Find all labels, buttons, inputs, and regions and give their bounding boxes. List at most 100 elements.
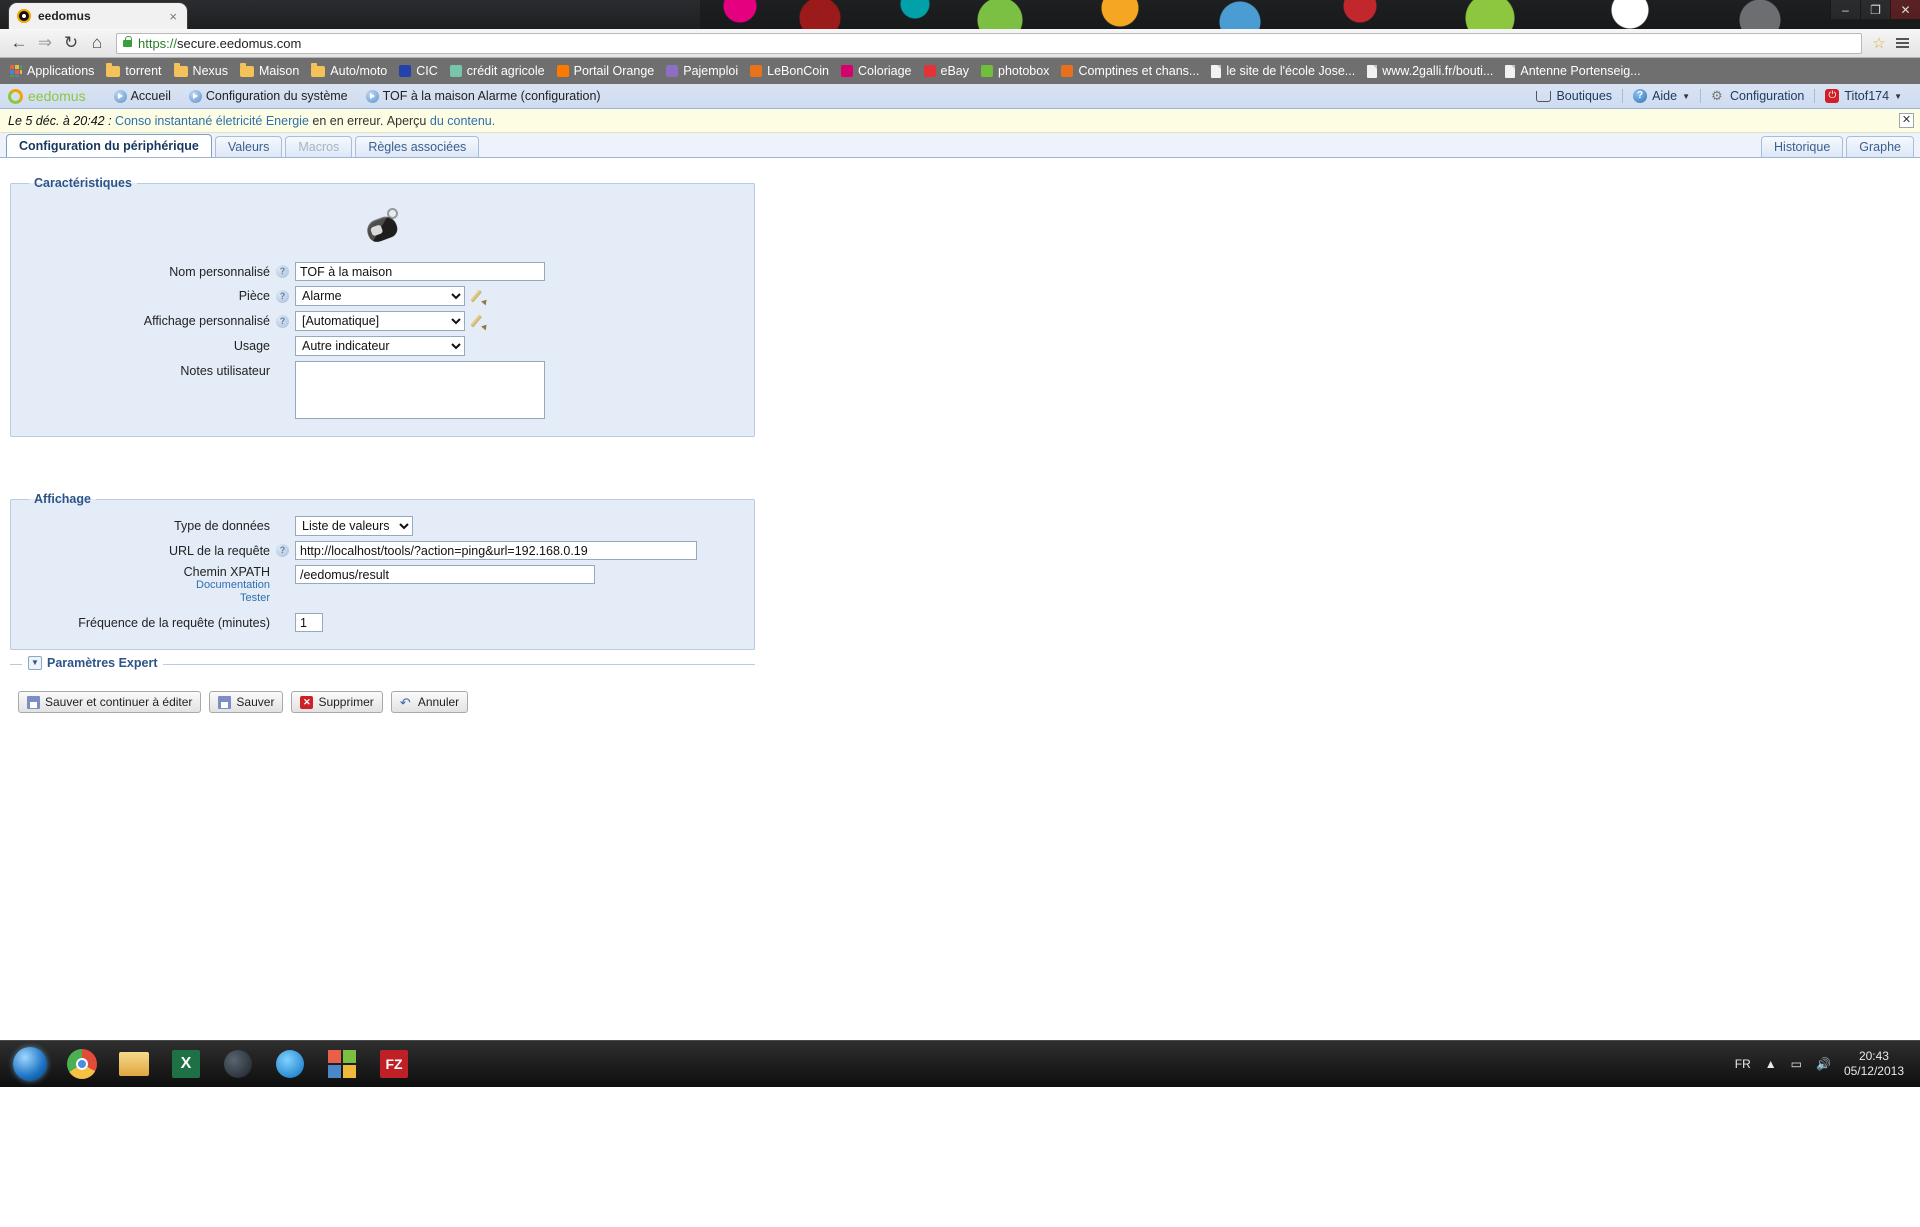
minimize-button[interactable]: – bbox=[1830, 0, 1860, 19]
type-donnees-select[interactable]: Liste de valeurs bbox=[295, 516, 413, 536]
bookmark-item[interactable]: Pajemploi bbox=[660, 61, 744, 81]
xpath-input[interactable] bbox=[295, 565, 595, 584]
back-icon[interactable]: ← bbox=[6, 31, 32, 55]
edit-pencil-icon[interactable] bbox=[471, 312, 489, 330]
help-icon-placeholder: ? bbox=[276, 616, 289, 629]
field-nom-personnalise: Nom personnalisé ? bbox=[21, 262, 744, 281]
tab-1[interactable]: Valeurs bbox=[214, 136, 283, 157]
bookmark-item[interactable]: Antenne Portenseig... bbox=[1499, 61, 1646, 81]
header-action-1[interactable]: ? Aide ▼ bbox=[1623, 89, 1700, 103]
nav-item-1[interactable]: Configuration du système bbox=[188, 89, 348, 103]
usage-select[interactable]: Autre indicateur bbox=[295, 336, 465, 356]
reload-icon[interactable]: ↻ bbox=[58, 31, 84, 55]
start-orb-icon[interactable] bbox=[4, 1043, 56, 1086]
network-icon[interactable]: ▭ bbox=[1784, 1057, 1809, 1071]
bookmark-item[interactable]: eBay bbox=[918, 61, 976, 81]
nom-input[interactable] bbox=[295, 262, 545, 281]
notes-textarea[interactable] bbox=[295, 361, 545, 419]
close-window-button[interactable]: ✕ bbox=[1890, 0, 1920, 19]
tab-3[interactable]: Règles associées bbox=[355, 136, 480, 157]
taskbar-microsoft-icon[interactable] bbox=[316, 1043, 368, 1086]
piece-select[interactable]: Alarme bbox=[295, 286, 465, 306]
caracteristiques-legend: Caractéristiques bbox=[34, 176, 132, 190]
language-indicator[interactable]: FR bbox=[1728, 1057, 1758, 1071]
address-bar[interactable]: https://secure.eedomus.com bbox=[116, 32, 1862, 54]
close-icon[interactable]: × bbox=[167, 9, 179, 24]
bookmark-item[interactable]: torrent bbox=[100, 61, 167, 81]
coloriage-favicon bbox=[840, 65, 853, 77]
bookmark-item[interactable]: crédit agricole bbox=[444, 61, 551, 81]
bookmark-item[interactable]: Applications bbox=[4, 61, 100, 81]
notice-content-link[interactable]: du contenu. bbox=[430, 114, 495, 128]
browser-menu-icon[interactable] bbox=[1890, 38, 1914, 48]
button-undo-3[interactable]: ↶ Annuler bbox=[390, 691, 469, 713]
notes-label: Notes utilisateur bbox=[180, 364, 270, 378]
browser-tab[interactable]: eedomus × bbox=[9, 3, 187, 29]
bookmark-item[interactable]: Coloriage bbox=[835, 61, 918, 81]
lock-icon bbox=[123, 35, 132, 47]
header-action-2[interactable]: ⚙ Configuration bbox=[1701, 89, 1814, 104]
help-icon[interactable]: ? bbox=[276, 289, 289, 303]
taskbar-excel-icon[interactable]: X bbox=[160, 1043, 212, 1086]
xpath-doc-link[interactable]: Documentation bbox=[21, 579, 276, 592]
button-delete-2[interactable]: ✕ Supprimer bbox=[291, 691, 383, 713]
clock[interactable]: 20:43 05/12/2013 bbox=[1838, 1049, 1914, 1079]
bookmark-item[interactable]: Comptines et chans... bbox=[1055, 61, 1205, 81]
bookmark-item[interactable]: Nexus bbox=[168, 61, 234, 81]
field-affichage-personnalise: Affichage personnalisé ? [Automatique] bbox=[21, 311, 744, 331]
parametres-expert-header[interactable]: ▼ Paramètres Expert bbox=[22, 656, 164, 670]
bookmark-item[interactable]: CIC bbox=[393, 61, 444, 81]
volume-icon[interactable]: 🔊 bbox=[1809, 1057, 1838, 1071]
chevron-down-icon[interactable]: ▼ bbox=[28, 656, 42, 670]
breadcrumb: Accueil Configuration du système TOF à la … bbox=[113, 89, 619, 103]
bookmark-item[interactable]: Portail Orange bbox=[551, 61, 661, 81]
edit-pencil-icon[interactable] bbox=[471, 287, 489, 305]
taskbar-filezilla-icon[interactable]: FZ bbox=[368, 1043, 420, 1086]
url-host: secure.eedomus.com bbox=[177, 35, 302, 51]
tab-right-0[interactable]: Historique bbox=[1761, 136, 1844, 157]
help-icon[interactable]: ? bbox=[276, 544, 289, 557]
nav-item-0[interactable]: Accueil bbox=[113, 89, 171, 103]
notice-timestamp: Le 5 déc. à 20:42 : bbox=[8, 113, 112, 128]
bookmark-item[interactable]: www.2galli.fr/bouti... bbox=[1361, 61, 1499, 81]
nom-label: Nom personnalisé bbox=[169, 264, 270, 279]
forward-icon[interactable]: ⇒ bbox=[32, 31, 58, 55]
xpath-test-link[interactable]: Tester bbox=[21, 592, 276, 605]
affichage-panel: Affichage Type de données ? Liste de val… bbox=[10, 492, 755, 650]
bookmark-item[interactable]: le site de l'école Jose... bbox=[1205, 61, 1361, 81]
button-save-1[interactable]: Sauver bbox=[209, 691, 284, 713]
bookmark-item[interactable]: Maison bbox=[234, 61, 305, 81]
notice-close-icon[interactable]: ✕ bbox=[1899, 113, 1914, 128]
nav-item-2[interactable]: TOF à la maison Alarme (configuration) bbox=[365, 89, 601, 103]
tab-0[interactable]: Configuration du périphérique bbox=[6, 134, 212, 157]
help-icon[interactable]: ? bbox=[276, 265, 289, 278]
help-icon-placeholder: ? bbox=[276, 340, 289, 353]
bookmark-star-icon[interactable]: ☆ bbox=[1868, 34, 1890, 52]
frequence-input[interactable] bbox=[295, 613, 323, 632]
header-action-0[interactable]: Boutiques bbox=[1526, 89, 1622, 103]
taskbar-chrome-icon[interactable] bbox=[56, 1043, 108, 1086]
taskbar-explorer-icon[interactable] bbox=[108, 1043, 160, 1086]
affichage-select[interactable]: [Automatique] bbox=[295, 311, 465, 331]
bookmark-item[interactable]: Auto/moto bbox=[305, 61, 393, 81]
button-label: Supprimer bbox=[318, 695, 374, 709]
taskbar-app-icon[interactable] bbox=[264, 1043, 316, 1086]
show-hidden-icons-icon[interactable]: ▲ bbox=[1758, 1057, 1784, 1071]
system-tray: FR ▲ ▭ 🔊 20:43 05/12/2013 bbox=[1728, 1049, 1920, 1079]
button-save-0[interactable]: Sauver et continuer à éditer bbox=[18, 691, 202, 713]
folder-icon bbox=[239, 62, 254, 77]
home-icon[interactable]: ⌂ bbox=[84, 31, 110, 55]
bookmark-item[interactable]: photobox bbox=[975, 61, 1055, 81]
key-fob-icon bbox=[361, 206, 405, 246]
bookmark-item[interactable]: LeBonCoin bbox=[744, 61, 835, 81]
maximize-button[interactable]: ❐ bbox=[1860, 0, 1890, 19]
url-label: URL de la requête bbox=[169, 543, 270, 558]
tab-right-1[interactable]: Graphe bbox=[1846, 136, 1914, 157]
url-input[interactable] bbox=[295, 541, 697, 560]
notice-device-link[interactable]: Conso instantané életricité Energie bbox=[115, 114, 309, 128]
bookmark-label: Antenne Portenseig... bbox=[1520, 64, 1641, 78]
eedomus-logo[interactable]: eedomus bbox=[8, 88, 86, 104]
header-action-3[interactable]: ⏻ Titof174 ▼ bbox=[1815, 89, 1912, 103]
taskbar-steam-icon[interactable] bbox=[212, 1043, 264, 1086]
help-icon[interactable]: ? bbox=[276, 314, 289, 328]
